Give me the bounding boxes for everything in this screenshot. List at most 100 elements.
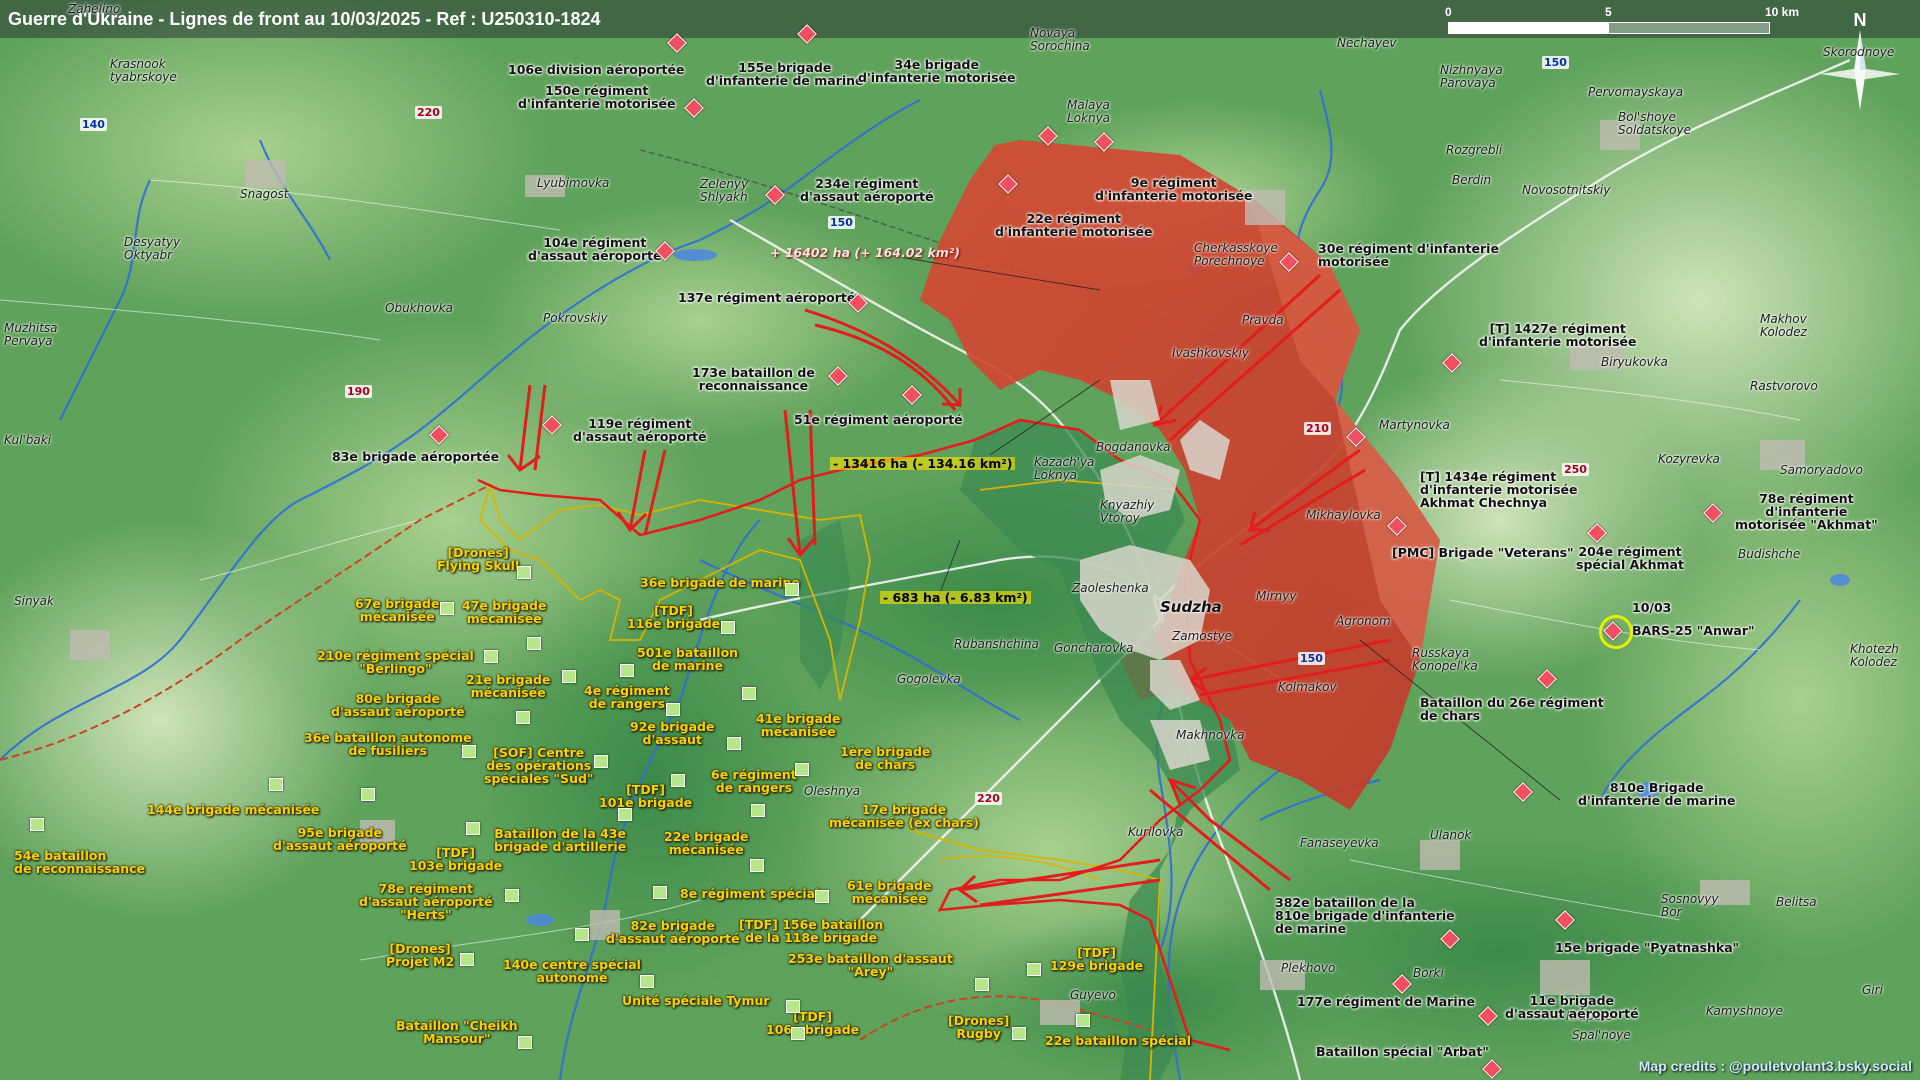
ukrainian-unit-label[interactable]: [TDF] 156e bataillon de la 118e brigade bbox=[739, 918, 883, 944]
ukrainian-unit-marker-icon[interactable] bbox=[742, 687, 756, 700]
ukrainian-unit-marker-icon[interactable] bbox=[666, 703, 680, 716]
ukrainian-unit-label[interactable]: 47e brigade mécanisée bbox=[462, 599, 546, 625]
ukrainian-unit-label[interactable]: [Drones] Flying Skull bbox=[437, 546, 519, 572]
russian-unit-label[interactable]: 177e régiment de Marine bbox=[1297, 995, 1475, 1008]
russian-unit-label[interactable]: 204e régiment spécial Akhmat bbox=[1576, 545, 1684, 571]
ukrainian-unit-label[interactable]: 1ère brigade de chars bbox=[840, 745, 930, 771]
russian-unit-label[interactable]: 173e bataillon de reconnaissance bbox=[692, 366, 815, 392]
ukrainian-unit-label[interactable]: 61e brigade mécanisée bbox=[847, 879, 931, 905]
russian-unit-label[interactable]: 11e brigade d'assaut aéroporté bbox=[1505, 994, 1639, 1020]
ukrainian-unit-marker-icon[interactable] bbox=[460, 953, 474, 966]
russian-unit-label[interactable]: 83e brigade aéroportée bbox=[332, 450, 499, 463]
ukrainian-unit-marker-icon[interactable] bbox=[1027, 963, 1041, 976]
ukrainian-unit-label[interactable]: Bataillon "Cheikh Mansour" bbox=[396, 1019, 518, 1045]
russian-unit-label[interactable]: Bataillon spécial "Arbat" bbox=[1316, 1045, 1489, 1058]
ukrainian-unit-label[interactable]: 82e brigade d'assaut aéroporté bbox=[606, 919, 740, 945]
russian-unit-label[interactable]: 150e régiment d'infanterie motorisée bbox=[518, 84, 675, 110]
ukrainian-unit-marker-icon[interactable] bbox=[653, 886, 667, 899]
ukrainian-unit-label[interactable]: 41e brigade mécanisée bbox=[756, 712, 840, 738]
ukrainian-unit-marker-icon[interactable] bbox=[727, 737, 741, 750]
ukrainian-unit-label[interactable]: 92e brigade d'assaut bbox=[630, 720, 714, 746]
russian-unit-label[interactable]: Bataillon du 26e régiment de chars bbox=[1420, 696, 1604, 722]
ukrainian-unit-marker-icon[interactable] bbox=[562, 670, 576, 683]
ukrainian-unit-marker-icon[interactable] bbox=[527, 637, 541, 650]
ukrainian-unit-marker-icon[interactable] bbox=[361, 788, 375, 801]
russian-unit-label[interactable]: 9e régiment d'infanterie motorisée bbox=[1095, 176, 1252, 202]
ukrainian-unit-label[interactable]: 144e brigade mécanisée bbox=[147, 803, 319, 816]
ukrainian-unit-marker-icon[interactable] bbox=[594, 755, 608, 768]
ukrainian-unit-label[interactable]: 36e bataillon autonome de fusiliers bbox=[304, 731, 472, 757]
ukrainian-unit-label[interactable]: 36e brigade de marine bbox=[640, 576, 800, 589]
ukrainian-unit-marker-icon[interactable] bbox=[466, 822, 480, 835]
ukrainian-unit-marker-icon[interactable] bbox=[575, 928, 589, 941]
ukrainian-unit-marker-icon[interactable] bbox=[1076, 1014, 1090, 1027]
ukrainian-unit-marker-icon[interactable] bbox=[721, 621, 735, 634]
russian-unit-label[interactable]: BARS-25 "Anwar" bbox=[1632, 624, 1755, 637]
ukrainian-unit-label[interactable]: 4e régiment de rangers bbox=[584, 684, 670, 710]
ukrainian-unit-label[interactable]: 22e bataillon spécial bbox=[1045, 1034, 1191, 1047]
ukrainian-unit-label[interactable]: 17e brigade mécanisée (ex chars) bbox=[829, 803, 979, 829]
ukrainian-unit-label[interactable]: [Drones] Projet M2 bbox=[386, 942, 454, 968]
ukrainian-unit-marker-icon[interactable] bbox=[440, 602, 454, 615]
russian-unit-label[interactable]: 30e régiment d'infanterie motorisée bbox=[1318, 242, 1499, 268]
ukrainian-unit-marker-icon[interactable] bbox=[815, 890, 829, 903]
ukrainian-unit-marker-icon[interactable] bbox=[517, 566, 531, 579]
ukrainian-unit-marker-icon[interactable] bbox=[518, 1036, 532, 1049]
ukrainian-unit-marker-icon[interactable] bbox=[791, 1027, 805, 1040]
ukrainian-unit-label[interactable]: 210e régiment spécial "Berlingo" bbox=[317, 649, 474, 675]
ukrainian-unit-marker-icon[interactable] bbox=[786, 1000, 800, 1013]
place-sudzha[interactable]: Sudzha bbox=[1160, 600, 1222, 615]
ukrainian-unit-marker-icon[interactable] bbox=[516, 711, 530, 724]
russian-unit-label[interactable]: 382e bataillon de la 810e brigade d'infa… bbox=[1275, 896, 1455, 935]
ukrainian-unit-label[interactable]: 8e régiment spécial bbox=[680, 887, 819, 900]
russian-unit-label[interactable]: 78e régiment d'infanterie motorisée "Akh… bbox=[1735, 492, 1878, 531]
ukrainian-unit-marker-icon[interactable] bbox=[30, 818, 44, 831]
russian-unit-label[interactable]: 34e brigade d'infanterie motorisée bbox=[858, 58, 1015, 84]
russian-unit-label[interactable]: 106e division aéroportée bbox=[508, 63, 684, 76]
ukrainian-unit-marker-icon[interactable] bbox=[640, 975, 654, 988]
ukrainian-unit-label[interactable]: 253e bataillon d'assaut "Arey" bbox=[788, 952, 953, 978]
ukrainian-unit-label[interactable]: 140e centre spécial autonome bbox=[503, 958, 641, 984]
ukrainian-unit-marker-icon[interactable] bbox=[505, 889, 519, 902]
ukrainian-unit-marker-icon[interactable] bbox=[671, 774, 685, 787]
ukrainian-unit-label[interactable]: 67e brigade mécanisée bbox=[355, 597, 439, 623]
ukrainian-unit-marker-icon[interactable] bbox=[795, 763, 809, 776]
ukrainian-unit-label[interactable]: 54e bataillon de reconnaissance bbox=[14, 849, 145, 875]
ukrainian-unit-label[interactable]: [TDF] 116e brigade bbox=[627, 604, 720, 630]
russian-unit-label[interactable]: 51e régiment aéroporté bbox=[794, 413, 963, 426]
russian-unit-label[interactable]: 22e régiment d'infanterie motorisée bbox=[995, 212, 1152, 238]
map-credits[interactable]: Map credits : @pouletvolant3.bsky.social bbox=[1639, 1058, 1912, 1074]
ukrainian-unit-label[interactable]: 21e brigade mécanisée bbox=[466, 673, 550, 699]
ukrainian-unit-label[interactable]: Unité spéciale Tymur bbox=[622, 994, 770, 1007]
russian-unit-label[interactable]: 810e Brigade d'infanterie de marine bbox=[1578, 781, 1736, 807]
ukrainian-unit-label[interactable]: 22e brigade mécanisée bbox=[664, 830, 748, 856]
ukrainian-unit-label[interactable]: Bataillon de la 43e brigade d'artillerie bbox=[494, 827, 626, 853]
russian-unit-label[interactable]: 137e régiment aéroporté bbox=[678, 291, 855, 304]
ukrainian-unit-label[interactable]: [TDF] 129e brigade bbox=[1050, 946, 1143, 972]
map-canvas[interactable]: Guerre d'Ukraine - Lignes de front au 10… bbox=[0, 0, 1920, 1080]
ukrainian-unit-label[interactable]: [TDF] 103e brigade bbox=[409, 846, 502, 872]
ukrainian-unit-marker-icon[interactable] bbox=[462, 745, 476, 758]
ukrainian-unit-marker-icon[interactable] bbox=[269, 778, 283, 791]
russian-unit-label[interactable]: [T] 1427e régiment d'infanterie motorisé… bbox=[1479, 322, 1636, 348]
ukrainian-unit-label[interactable]: 501e bataillon de marine bbox=[637, 646, 738, 672]
ukrainian-unit-label[interactable]: 80e brigade d'assaut aéroporté bbox=[331, 692, 465, 718]
ukrainian-unit-label[interactable]: 95e brigade d'assaut aéroporté bbox=[273, 826, 407, 852]
ukrainian-unit-marker-icon[interactable] bbox=[484, 650, 498, 663]
ukrainian-unit-label[interactable]: [Drones] Rugby bbox=[948, 1014, 1009, 1040]
ukrainian-unit-marker-icon[interactable] bbox=[785, 583, 799, 596]
ukrainian-unit-label[interactable]: 78e régiment d'assaut aéroporté "Herts" bbox=[359, 882, 493, 921]
ukrainian-unit-marker-icon[interactable] bbox=[620, 664, 634, 677]
russian-unit-label[interactable]: 15e brigade "Pyatnashka" bbox=[1555, 941, 1739, 954]
ukrainian-unit-marker-icon[interactable] bbox=[1012, 1027, 1026, 1040]
russian-unit-label[interactable]: 119e régiment d'assaut aéroporté bbox=[573, 417, 707, 443]
ukrainian-unit-marker-icon[interactable] bbox=[975, 978, 989, 991]
russian-unit-label[interactable]: [PMC] Brigade "Veterans" bbox=[1392, 546, 1574, 559]
ukrainian-unit-label[interactable]: [SOF] Centre des opérations spéciales "S… bbox=[484, 746, 593, 785]
ukrainian-unit-label[interactable]: [TDF] 106e brigade bbox=[766, 1010, 859, 1036]
ukrainian-unit-marker-icon[interactable] bbox=[618, 808, 632, 821]
russian-unit-label[interactable]: 234e régiment d'assaut aéroporté bbox=[800, 177, 934, 203]
russian-unit-label[interactable]: [T] 1434e régiment d'infanterie motorisé… bbox=[1420, 470, 1577, 509]
ukrainian-unit-marker-icon[interactable] bbox=[750, 859, 764, 872]
ukrainian-unit-marker-icon[interactable] bbox=[751, 804, 765, 817]
